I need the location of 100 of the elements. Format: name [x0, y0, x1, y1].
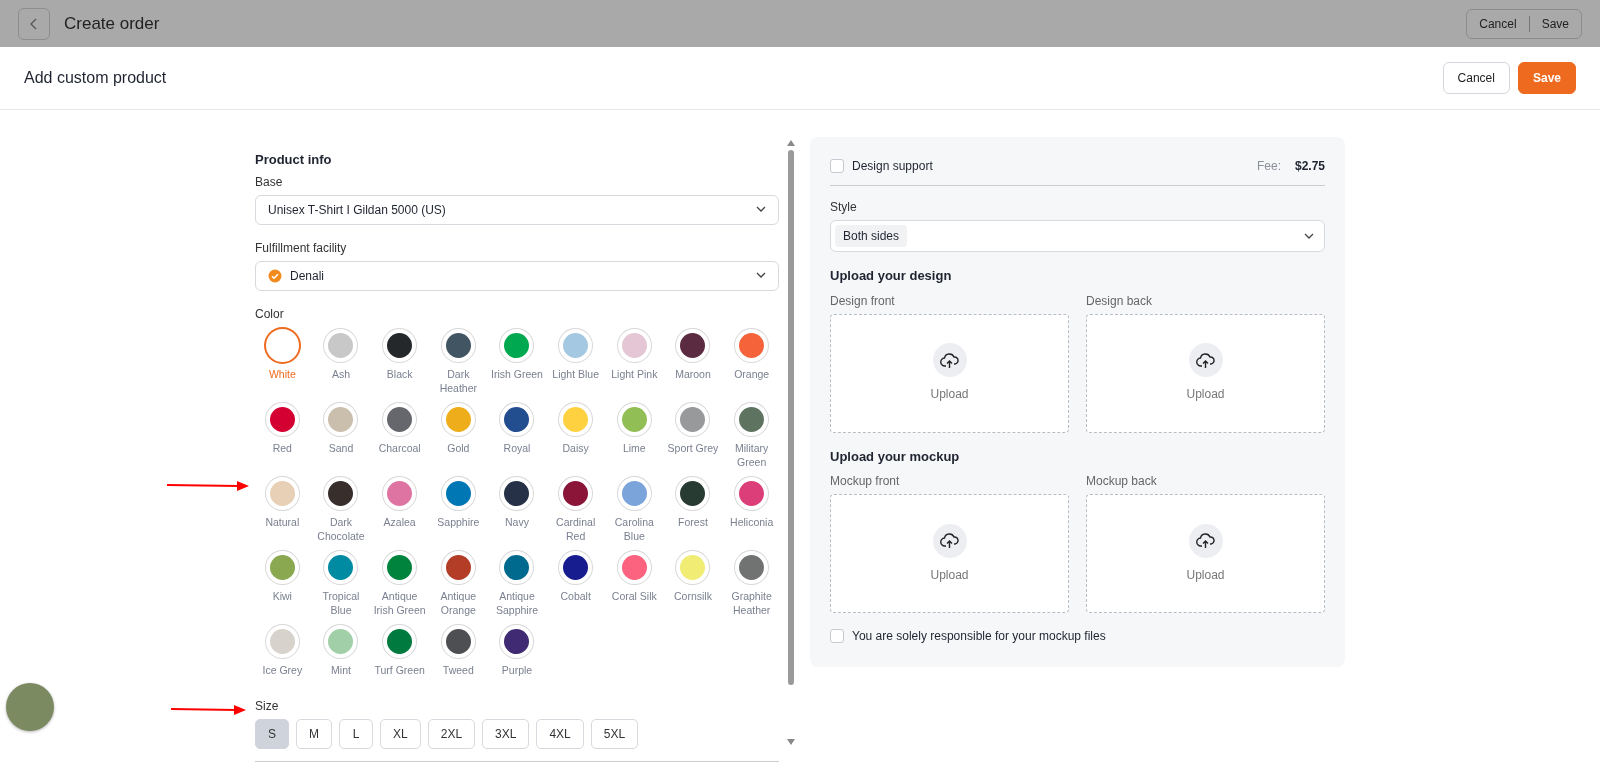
color-name: Coral Silk: [611, 588, 657, 603]
section-title: Upload your design: [830, 267, 953, 285]
color-swatch[interactable]: [383, 402, 417, 436]
upload-label: Upload: [1186, 386, 1225, 403]
upload-dropzone[interactable]: Upload: [1086, 313, 1325, 433]
color-swatch[interactable]: [735, 550, 769, 584]
color-name: Charcoal: [378, 440, 421, 455]
color-name: Military Green: [734, 440, 770, 469]
size-option[interactable]: L: [339, 718, 373, 749]
upload-dropzone[interactable]: Upload: [830, 313, 1069, 433]
color-name: Antique Irish Green: [372, 588, 427, 617]
upload-label: Upload: [930, 566, 969, 584]
facility-select[interactable]: Denali: [255, 260, 779, 291]
color-swatch[interactable]: [441, 624, 475, 658]
avatar[interactable]: [6, 683, 54, 731]
color-swatch[interactable]: [441, 402, 475, 436]
color-swatch[interactable]: [500, 328, 534, 362]
chevron-down-icon: [1304, 232, 1314, 240]
size-option[interactable]: 4XL: [536, 718, 584, 749]
color-swatch[interactable]: [676, 476, 710, 510]
color-swatch[interactable]: [441, 476, 475, 510]
color-swatch[interactable]: [265, 550, 299, 584]
color-name: Red: [272, 440, 292, 455]
color-name: Irish Green: [491, 366, 543, 381]
color-swatch[interactable]: [559, 476, 593, 510]
color-swatch[interactable]: [676, 402, 710, 436]
color-name: Royal: [503, 440, 531, 455]
color-swatch[interactable]: [559, 550, 593, 584]
style-select[interactable]: Both sides: [830, 220, 1325, 252]
cancel-button[interactable]: Cancel: [1442, 62, 1510, 94]
checkbox-label: You are solely responsible for your mockup files: [852, 628, 1106, 645]
color-name: Heliconia: [730, 514, 774, 529]
color-swatch[interactable]: [383, 328, 417, 362]
save-button[interactable]: Save: [1529, 14, 1581, 33]
upload-icon: [932, 523, 967, 558]
checkbox[interactable]: [830, 159, 844, 173]
color-swatch[interactable]: [441, 550, 475, 584]
color-swatch[interactable]: [676, 328, 710, 362]
size-option[interactable]: XL: [380, 718, 421, 749]
upload-icon: [932, 343, 967, 377]
page-title: Create order: [64, 12, 160, 35]
color-swatch[interactable]: [676, 550, 710, 584]
color-swatch[interactable]: [324, 402, 358, 436]
color-name: Antique Orange: [439, 588, 478, 617]
color-swatch[interactable]: [500, 624, 534, 658]
size-option[interactable]: S: [255, 718, 289, 749]
color-swatch[interactable]: [383, 476, 417, 510]
scroll-up-icon: [787, 140, 795, 146]
color-name: Kiwi: [272, 588, 292, 603]
color-swatch[interactable]: [559, 328, 593, 362]
size-option[interactable]: 2XL: [427, 718, 476, 749]
color-swatch[interactable]: [324, 476, 358, 510]
color-swatch[interactable]: [617, 476, 651, 510]
field-label: Mockup front: [830, 473, 901, 490]
size-option[interactable]: 5XL: [590, 718, 639, 749]
verified-badge-icon: [268, 268, 282, 283]
color-swatch[interactable]: [617, 328, 651, 362]
color-swatch[interactable]: [265, 476, 299, 510]
color-swatch[interactable]: [500, 476, 534, 510]
field-label: Mockup back: [1086, 473, 1158, 490]
color-name: Tweed: [442, 662, 474, 677]
color-swatch[interactable]: [324, 550, 358, 584]
checkbox-label: Design support: [852, 158, 933, 175]
color-swatch[interactable]: [324, 624, 358, 658]
color-name: Sand: [328, 440, 354, 455]
color-swatch[interactable]: [383, 624, 417, 658]
color-name: Cornsilk: [674, 588, 712, 603]
color-swatch[interactable]: [617, 402, 651, 436]
color-swatch[interactable]: [559, 402, 593, 436]
field-label: Base: [255, 173, 284, 191]
color-swatch[interactable]: [383, 550, 417, 584]
base-select[interactable]: Unisex T-Shirt I Gildan 5000 (US): [255, 194, 779, 225]
size-option[interactable]: 3XL: [482, 718, 530, 749]
section-title: Upload your mockup: [830, 447, 961, 466]
upload-dropzone[interactable]: Upload: [830, 494, 1069, 613]
color-name: Graphite Heather: [730, 588, 773, 617]
color-name: Antique Sapphire: [494, 588, 539, 617]
upload-label: Upload: [930, 386, 969, 403]
color-swatch[interactable]: [324, 328, 358, 362]
color-swatch[interactable]: [500, 550, 534, 584]
color-swatch[interactable]: [500, 402, 534, 436]
color-swatch[interactable]: [441, 328, 475, 362]
checkbox[interactable]: [830, 629, 844, 643]
color-name: Light Pink: [611, 366, 658, 381]
color-swatch[interactable]: [735, 328, 769, 362]
upload-icon: [1188, 523, 1223, 558]
cancel-button[interactable]: Cancel: [1467, 14, 1529, 33]
color-name: Daisy: [562, 440, 589, 455]
color-swatch[interactable]: [265, 328, 299, 362]
size-option[interactable]: M: [296, 718, 332, 749]
color-name: Orange: [734, 366, 770, 381]
color-name: Tropical Blue: [321, 588, 361, 617]
color-swatch[interactable]: [735, 402, 769, 436]
color-swatch[interactable]: [265, 402, 299, 436]
upload-dropzone[interactable]: Upload: [1086, 494, 1325, 613]
color-name: White: [268, 366, 296, 381]
color-swatch[interactable]: [617, 550, 651, 584]
color-swatch[interactable]: [265, 624, 299, 658]
color-swatch[interactable]: [735, 476, 769, 510]
scrollbar-thumb[interactable]: [788, 150, 794, 685]
